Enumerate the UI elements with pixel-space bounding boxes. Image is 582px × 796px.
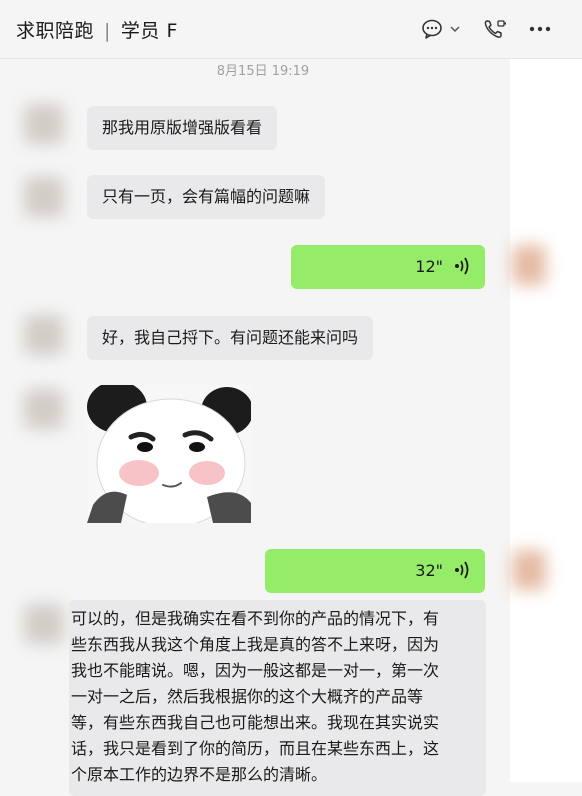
avatar[interactable] — [512, 245, 546, 285]
avatar[interactable] — [24, 104, 64, 144]
chat-name: 求职陪跑 — [16, 20, 95, 42]
voice-duration: 32" — [415, 561, 443, 580]
panel-edge — [510, 59, 582, 782]
voice-wave-icon — [455, 257, 469, 275]
incoming-message[interactable]: 可以的，但是我确实在看不到你的产品的情况下，有 些东西我从我这个角度上我是真的答… — [69, 600, 486, 796]
avatar[interactable] — [24, 389, 64, 429]
incoming-message[interactable]: 那我用原版增强版看看 — [87, 106, 278, 150]
avatar[interactable] — [24, 177, 64, 217]
message-list[interactable]: 8月15日 19:19 那我用原版增强版看看 只有一页，会有篇幅的问题嘛 12"… — [16, 59, 510, 796]
message-text: 那我用原版增强版看看 — [102, 118, 263, 137]
incoming-message[interactable]: 只有一页，会有篇幅的问题嘛 — [87, 175, 326, 219]
chat-bubble-icon[interactable] — [421, 18, 443, 40]
outgoing-voice-message[interactable]: 32" — [265, 549, 485, 593]
chat-header: 求职陪跑 | 学员 F — [0, 0, 582, 59]
message-text: 好，我自己捋下。有问题还能来问吗 — [102, 328, 359, 347]
avatar[interactable] — [512, 550, 546, 590]
message-timestamp: 8月15日 19:19 — [216, 64, 310, 79]
message-line: 一对一之后，然后我根据你的这个大概齐的产品等 — [71, 687, 424, 706]
message-line: 话，我只是看到了你的简历，而且在某些东西上，这 — [71, 739, 440, 758]
avatar[interactable] — [24, 315, 64, 355]
voice-wave-icon — [455, 561, 469, 579]
message-line: 些东西我从我这个角度上我是真的答不上来呀，因为 — [71, 635, 440, 654]
voice-duration: 12" — [415, 257, 443, 276]
more-icon[interactable] — [529, 26, 551, 32]
message-line: 我也不能瞎说。嗯，因为一般这都是一对一，第一次 — [71, 661, 440, 680]
chevron-down-icon[interactable] — [450, 24, 460, 34]
phone-video-icon[interactable] — [483, 18, 507, 40]
incoming-message[interactable]: 好，我自己捋下。有问题还能来问吗 — [87, 316, 374, 360]
chat-title: 求职陪跑 | 学员 F — [16, 16, 178, 43]
title-separator: | — [104, 20, 111, 42]
avatar[interactable] — [24, 604, 64, 644]
member-name: 学员 F — [120, 20, 178, 42]
message-line: 等，有些东西我自己也可能想出来。我现在其实说实 — [71, 713, 440, 732]
message-text: 只有一页，会有篇幅的问题嘛 — [102, 187, 311, 206]
message-line: 个原本工作的边界不是那么的清晰。 — [71, 765, 328, 784]
panda-sticker-icon[interactable] — [87, 385, 251, 523]
message-line: 可以的，但是我确实在看不到你的产品的情况下，有 — [71, 609, 440, 628]
outgoing-voice-message[interactable]: 12" — [291, 245, 485, 289]
